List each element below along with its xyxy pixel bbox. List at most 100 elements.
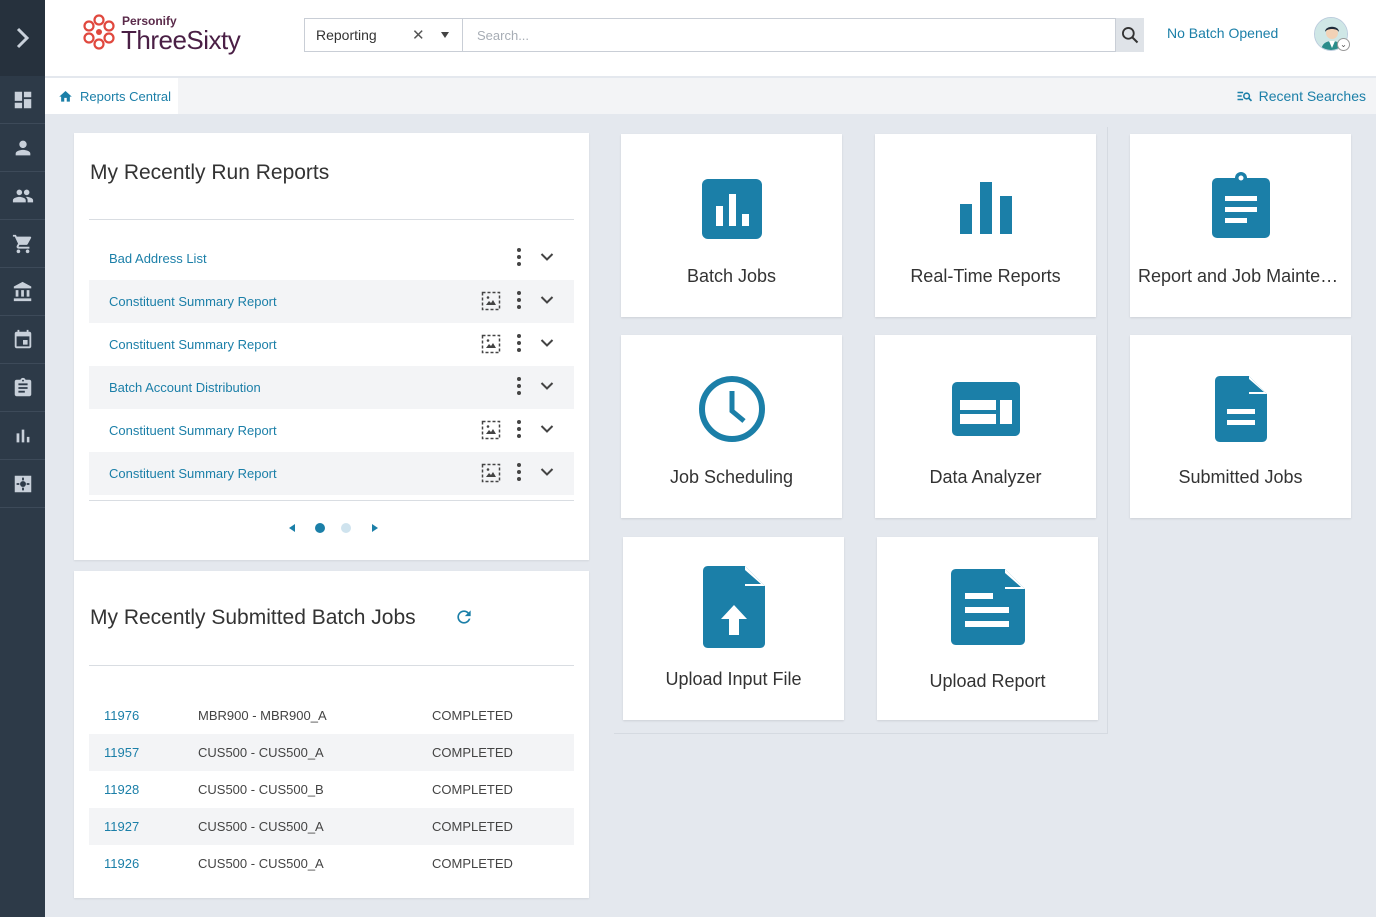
search-button[interactable]: [1116, 18, 1144, 52]
nav-groups[interactable]: [0, 172, 45, 220]
left-nav-rail: [0, 0, 45, 917]
chevron-down-icon[interactable]: [540, 295, 554, 305]
breadcrumb[interactable]: Reports Central: [45, 78, 178, 114]
caret-down-icon[interactable]: [441, 32, 449, 38]
flower-logo-icon: [83, 14, 115, 50]
report-row[interactable]: Constituent Summary Report: [89, 323, 574, 366]
chevron-down-icon[interactable]: [540, 338, 554, 348]
file-upload-icon: [702, 566, 765, 648]
table-row: 11927 CUS500 - CUS500_A COMPLETED: [89, 808, 574, 845]
image-preview-icon[interactable]: [481, 420, 501, 440]
tile-label: Real-Time Reports: [910, 266, 1061, 286]
job-status: COMPLETED: [432, 819, 513, 834]
next-page-icon[interactable]: [372, 524, 378, 532]
chevron-down-icon[interactable]: [540, 252, 554, 262]
nav-calendar[interactable]: [0, 316, 45, 364]
job-id-link[interactable]: 11928: [104, 782, 139, 797]
table-row: 11926 CUS500 - CUS500_A COMPLETED: [89, 845, 574, 882]
bar-chart-icon: [16, 429, 29, 442]
chevron-down-icon[interactable]: [540, 424, 554, 434]
more-options-icon[interactable]: [514, 462, 524, 482]
report-link[interactable]: Batch Account Distribution: [109, 380, 261, 395]
report-row[interactable]: Constituent Summary Report: [89, 409, 574, 452]
refresh-icon[interactable]: [454, 607, 474, 627]
search-icon: [1122, 27, 1139, 44]
tile-data-analyzer[interactable]: Data Analyzer: [875, 335, 1096, 518]
chevron-down-icon[interactable]: [540, 381, 554, 391]
divider: [89, 665, 574, 666]
nav-reports[interactable]: [0, 412, 45, 460]
report-link[interactable]: Bad Address List: [109, 251, 207, 266]
job-id-link[interactable]: 11957: [104, 745, 139, 760]
clipboard-icon: [1211, 172, 1270, 238]
more-options-icon[interactable]: [514, 333, 524, 353]
job-name: CUS500 - CUS500_B: [198, 782, 324, 797]
tile-label: Submitted Jobs: [1178, 467, 1303, 487]
more-options-icon[interactable]: [514, 376, 524, 396]
nav-finance[interactable]: [0, 268, 45, 316]
breadcrumb-label: Reports Central: [80, 88, 172, 104]
tile-job-scheduling[interactable]: Job Scheduling: [621, 335, 842, 518]
image-preview-icon[interactable]: [481, 291, 501, 311]
page-dot-1[interactable]: [315, 523, 325, 533]
tile-label: Job Scheduling: [669, 467, 794, 487]
nav-orders[interactable]: [0, 220, 45, 268]
tile-upload-input-file[interactable]: Upload Input File: [623, 537, 844, 720]
more-options-icon[interactable]: [514, 419, 524, 439]
report-link[interactable]: Constituent Summary Report: [109, 337, 277, 352]
more-options-icon[interactable]: [514, 247, 524, 267]
chevron-down-icon[interactable]: [540, 467, 554, 477]
job-status: COMPLETED: [432, 782, 513, 797]
report-row[interactable]: Batch Account Distribution: [89, 366, 574, 409]
recent-searches-link[interactable]: Recent Searches: [1236, 88, 1366, 104]
tile-report-job-maintenance[interactable]: Report and Job Maintenance: [1130, 134, 1351, 317]
report-row[interactable]: Bad Address List: [89, 237, 574, 280]
bank-icon: [13, 281, 31, 301]
nav-tasks[interactable]: [0, 364, 45, 412]
job-status: COMPLETED: [432, 745, 513, 760]
dashboard-icon: [14, 91, 31, 108]
report-link[interactable]: Constituent Summary Report: [109, 294, 277, 309]
batch-status-link[interactable]: No Batch Opened: [1167, 25, 1278, 41]
tile-real-time-reports[interactable]: Real-Time Reports: [875, 134, 1096, 317]
image-preview-icon[interactable]: [481, 334, 501, 354]
expand-nav-button[interactable]: [0, 0, 45, 76]
module-select[interactable]: Reporting ✕: [304, 18, 463, 52]
table-row: 11928 CUS500 - CUS500_B COMPLETED: [89, 771, 574, 808]
job-status: COMPLETED: [432, 708, 513, 723]
tile-upload-report[interactable]: Upload Report: [877, 537, 1098, 720]
job-id-link[interactable]: 11926: [104, 856, 139, 871]
tile-submitted-jobs[interactable]: Submitted Jobs: [1130, 335, 1351, 518]
nav-dashboard[interactable]: [0, 76, 45, 124]
prev-page-icon[interactable]: [289, 524, 295, 532]
brand-name: ThreeSixty: [121, 25, 241, 55]
job-id-link[interactable]: 11976: [104, 708, 139, 723]
job-name: CUS500 - CUS500_A: [198, 819, 324, 834]
tile-batch-jobs[interactable]: Batch Jobs: [621, 134, 842, 317]
report-row[interactable]: Constituent Summary Report: [89, 280, 574, 323]
search-list-icon: [1237, 91, 1252, 102]
job-id-link[interactable]: 11927: [104, 819, 139, 834]
chevron-down-icon[interactable]: ⌄: [1337, 38, 1350, 51]
report-link[interactable]: Constituent Summary Report: [109, 466, 277, 481]
recent-reports-panel: My Recently Run Reports Bad Address List…: [74, 133, 589, 560]
nav-settings[interactable]: [0, 460, 45, 508]
more-options-icon[interactable]: [514, 290, 524, 310]
image-preview-icon[interactable]: [481, 463, 501, 483]
page-dot-2[interactable]: [341, 523, 351, 533]
top-header: Personify ThreeSixty Reporting ✕ No Batc…: [45, 0, 1376, 76]
web-layout-icon: [951, 382, 1020, 436]
batch-jobs-panel: My Recently Submitted Batch Jobs 11976 MB…: [74, 571, 589, 898]
report-link[interactable]: Constituent Summary Report: [109, 423, 277, 438]
bar-chart-box-icon: [701, 179, 762, 239]
search-input[interactable]: [463, 18, 1116, 52]
report-row[interactable]: Constituent Summary Report: [89, 452, 574, 495]
app-logo[interactable]: Personify ThreeSixty: [79, 12, 279, 58]
tile-label: Data Analyzer: [929, 467, 1042, 487]
clear-icon[interactable]: ✕: [412, 26, 425, 44]
divider: [89, 500, 574, 501]
nav-constituent[interactable]: [0, 124, 45, 172]
job-name: MBR900 - MBR900_A: [198, 708, 327, 723]
person-icon: [15, 140, 30, 155]
home-icon: [59, 91, 72, 102]
